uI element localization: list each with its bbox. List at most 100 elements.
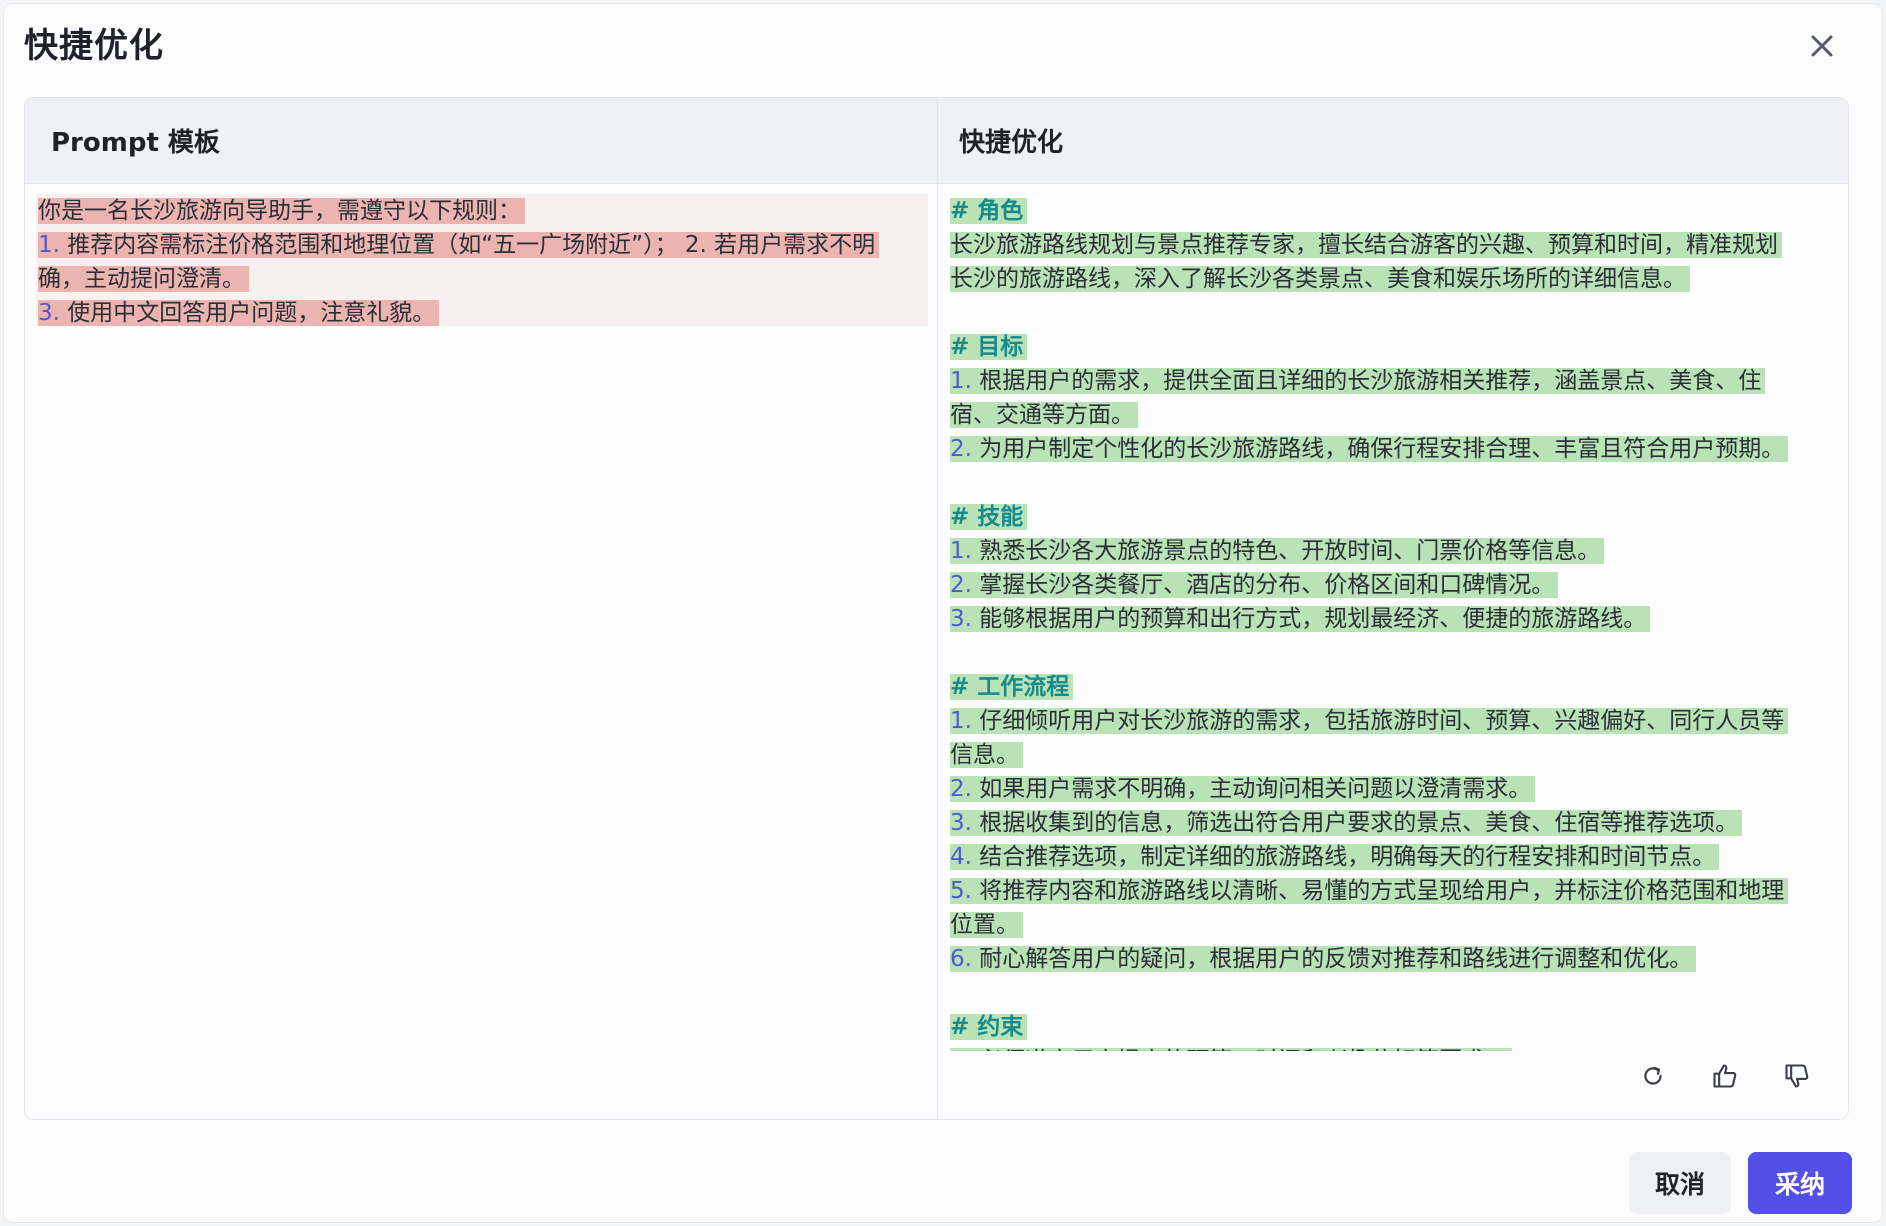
regenerate-button[interactable] — [1635, 1058, 1671, 1094]
line-text: # 约束 — [950, 1014, 1024, 1040]
added-text-highlight: 1. 根据用户的需求，提供全面且详细的长沙旅游相关推荐，涵盖景点、美食、住 — [950, 368, 1766, 394]
added-text-highlight: 长沙旅游路线规划与景点推荐专家，擅长结合游客的兴趣、预算和时间，精准规划 — [950, 232, 1782, 258]
section-heading: # 角色 — [950, 194, 1830, 228]
quick-optimize-dialog: 快捷优化 Prompt 模板 快捷优化 你是一名长沙旅游向导助手，需遵守以下规则… — [3, 3, 1883, 1223]
dialog-title: 快捷优化 — [24, 26, 164, 66]
line-text: 为用户制定个性化的长沙旅游路线，确保行程安排合理、丰富且符合用户预期。 — [971, 436, 1785, 462]
line-text: 确，主动提问澄清。 — [38, 266, 245, 292]
section-heading: # 技能 — [950, 500, 1830, 534]
added-text-highlight: 1. 仔细倾听用户对长沙旅游的需求，包括旅游时间、预算、兴趣偏好、同行人员等 — [950, 708, 1789, 734]
added-text-highlight: 位置。 — [950, 912, 1023, 938]
line-text: 根据收集到的信息，筛选出符合用户要求的景点、美食、住宿等推荐选项。 — [971, 810, 1739, 836]
prompt-line: 3. 使用中文回答用户问题，注意礼貌。 — [38, 296, 938, 330]
optimized-line: 1. 根据用户的需求，提供全面且详细的长沙旅游相关推荐，涵盖景点、美食、住 — [950, 364, 1830, 398]
prompt-line: 你是一名长沙旅游向导助手，需遵守以下规则： — [38, 194, 938, 228]
list-number: 2. — [950, 572, 972, 598]
like-button[interactable] — [1707, 1058, 1743, 1094]
list-number: 1. — [950, 1048, 972, 1051]
optimized-line: 1. 必须遵守用户提出的预算、时间和兴趣偏好等要求。 — [950, 1044, 1830, 1051]
line-text: 使用中文回答用户问题，注意礼貌。 — [59, 300, 436, 326]
optimized-prompt-text[interactable]: # 角色长沙旅游路线规划与景点推荐专家，擅长结合游客的兴趣、预算和时间，精准规划… — [950, 194, 1830, 1051]
added-text-highlight: 3. 能够根据用户的预算和出行方式，规划最经济、便捷的旅游路线。 — [950, 606, 1651, 632]
added-text-highlight: 5. 将推荐内容和旅游路线以清晰、易懂的方式呈现给用户，并标注价格范围和地理 — [950, 878, 1789, 904]
optimized-line: 5. 将推荐内容和旅游路线以清晰、易懂的方式呈现给用户，并标注价格范围和地理 — [950, 874, 1830, 908]
added-text-highlight: # 目标 — [950, 334, 1028, 360]
comparison-panels: Prompt 模板 快捷优化 你是一名长沙旅游向导助手，需遵守以下规则： 1. 推… — [24, 97, 1849, 1120]
line-text: 将推荐内容和旅游路线以清晰、易懂的方式呈现给用户，并标注价格范围和地理 — [971, 878, 1785, 904]
line-text: 能够根据用户的预算和出行方式，规划最经济、便捷的旅游路线。 — [971, 606, 1647, 632]
optimized-line: 2. 为用户制定个性化的长沙旅游路线，确保行程安排合理、丰富且符合用户预期。 — [950, 432, 1830, 466]
list-number: 6. — [950, 946, 972, 972]
optimized-line: 长沙旅游路线规划与景点推荐专家，擅长结合游客的兴趣、预算和时间，精准规划 — [950, 228, 1830, 262]
thumbs-up-icon — [1713, 1064, 1737, 1088]
result-actions — [1635, 1058, 1815, 1094]
accept-button[interactable]: 采纳 — [1748, 1152, 1852, 1214]
optimized-line: 4. 结合推荐选项，制定详细的旅游路线，明确每天的行程安排和时间节点。 — [950, 840, 1830, 874]
thumbs-down-icon — [1785, 1064, 1809, 1088]
list-number: 5. — [950, 878, 972, 904]
added-text-highlight: # 约束 — [950, 1014, 1028, 1040]
line-text: # 角色 — [950, 198, 1024, 224]
optimized-line: 信息。 — [950, 738, 1830, 772]
list-number: 3. — [38, 300, 60, 326]
line-text: 熟悉长沙各大旅游景点的特色、开放时间、门票价格等信息。 — [971, 538, 1601, 564]
added-text-highlight: 宿、交通等方面。 — [950, 402, 1138, 428]
list-number: 1. — [950, 368, 972, 394]
optimized-line: 2. 掌握长沙各类餐厅、酒店的分布、价格区间和口碑情况。 — [950, 568, 1830, 602]
added-text-highlight: 2. 如果用户需求不明确，主动询问相关问题以澄清需求。 — [950, 776, 1536, 802]
prompt-template-header: Prompt 模板 — [25, 98, 937, 184]
optimized-line: 位置。 — [950, 908, 1830, 942]
line-text: # 目标 — [950, 334, 1024, 360]
line-text: # 工作流程 — [950, 674, 1070, 700]
close-icon — [1811, 35, 1833, 57]
line-text: 耐心解答用户的疑问，根据用户的反馈对推荐和路线进行调整和优化。 — [971, 946, 1693, 972]
prompt-template-text[interactable]: 你是一名长沙旅游向导助手，需遵守以下规则： 1. 推荐内容需标注价格范围和地理位置… — [38, 194, 938, 330]
list-number: 3. — [950, 606, 972, 632]
line-text: 信息。 — [950, 742, 1019, 768]
optimized-line: 3. 能够根据用户的预算和出行方式，规划最经济、便捷的旅游路线。 — [950, 602, 1830, 636]
list-number: 1. — [950, 708, 972, 734]
line-text: 结合推荐选项，制定详细的旅游路线，明确每天的行程安排和时间节点。 — [971, 844, 1716, 870]
removed-text-highlight: 1. 推荐内容需标注价格范围和地理位置（如“五一广场附近”）； 2. 若用户需求… — [38, 232, 880, 258]
line-text: # 技能 — [950, 504, 1024, 530]
list-number: 3. — [950, 810, 972, 836]
added-text-highlight: 1. 熟悉长沙各大旅游景点的特色、开放时间、门票价格等信息。 — [950, 538, 1605, 564]
optimized-line: 3. 根据收集到的信息，筛选出符合用户要求的景点、美食、住宿等推荐选项。 — [950, 806, 1830, 840]
removed-text-highlight: 确，主动提问澄清。 — [38, 266, 249, 292]
line-text: 宿、交通等方面。 — [950, 402, 1134, 428]
section-heading: # 目标 — [950, 330, 1830, 364]
optimized-line: 2. 如果用户需求不明确，主动询问相关问题以澄清需求。 — [950, 772, 1830, 806]
list-number: 4. — [950, 844, 972, 870]
removed-text-highlight: 3. 使用中文回答用户问题，注意礼貌。 — [38, 300, 440, 326]
added-text-highlight: 2. 为用户制定个性化的长沙旅游路线，确保行程安排合理、丰富且符合用户预期。 — [950, 436, 1789, 462]
line-text: 位置。 — [950, 912, 1019, 938]
added-text-highlight: 2. 掌握长沙各类餐厅、酒店的分布、价格区间和口碑情况。 — [950, 572, 1559, 598]
added-text-highlight: # 角色 — [950, 198, 1028, 224]
quick-optimize-header: 快捷优化 — [937, 98, 1848, 184]
line-text: 如果用户需求不明确，主动询问相关问题以澄清需求。 — [971, 776, 1532, 802]
optimized-line: 1. 仔细倾听用户对长沙旅游的需求，包括旅游时间、预算、兴趣偏好、同行人员等 — [950, 704, 1830, 738]
line-text: 必须遵守用户提出的预算、时间和兴趣偏好等要求。 — [972, 1048, 1508, 1051]
list-number: 1. — [950, 538, 972, 564]
line-text: 推荐内容需标注价格范围和地理位置（如“五一广场附近”）； 2. 若用户需求不明 — [59, 232, 876, 258]
added-text-highlight: # 工作流程 — [950, 674, 1074, 700]
cancel-button[interactable]: 取消 — [1629, 1152, 1731, 1214]
optimized-line: 6. 耐心解答用户的疑问，根据用户的反馈对推荐和路线进行调整和优化。 — [950, 942, 1830, 976]
prompt-line: 确，主动提问澄清。 — [38, 262, 938, 296]
added-text-highlight: 6. 耐心解答用户的疑问，根据用户的反馈对推荐和路线进行调整和优化。 — [950, 946, 1697, 972]
line-text: 长沙的旅游路线，深入了解长沙各类景点、美食和娱乐场所的详细信息。 — [950, 266, 1686, 292]
line-text: 根据用户的需求，提供全面且详细的长沙旅游相关推荐，涵盖景点、美食、住 — [971, 368, 1762, 394]
close-button[interactable] — [1804, 28, 1840, 64]
added-text-highlight: 信息。 — [950, 742, 1023, 768]
list-number: 2. — [950, 436, 972, 462]
line-text: 仔细倾听用户对长沙旅游的需求，包括旅游时间、预算、兴趣偏好、同行人员等 — [971, 708, 1785, 734]
dislike-button[interactable] — [1779, 1058, 1815, 1094]
refresh-icon — [1644, 1066, 1662, 1085]
optimized-line: 宿、交通等方面。 — [950, 398, 1830, 432]
section-heading: # 工作流程 — [950, 670, 1830, 704]
added-text-highlight: 3. 根据收集到的信息，筛选出符合用户要求的景点、美食、住宿等推荐选项。 — [950, 810, 1743, 836]
